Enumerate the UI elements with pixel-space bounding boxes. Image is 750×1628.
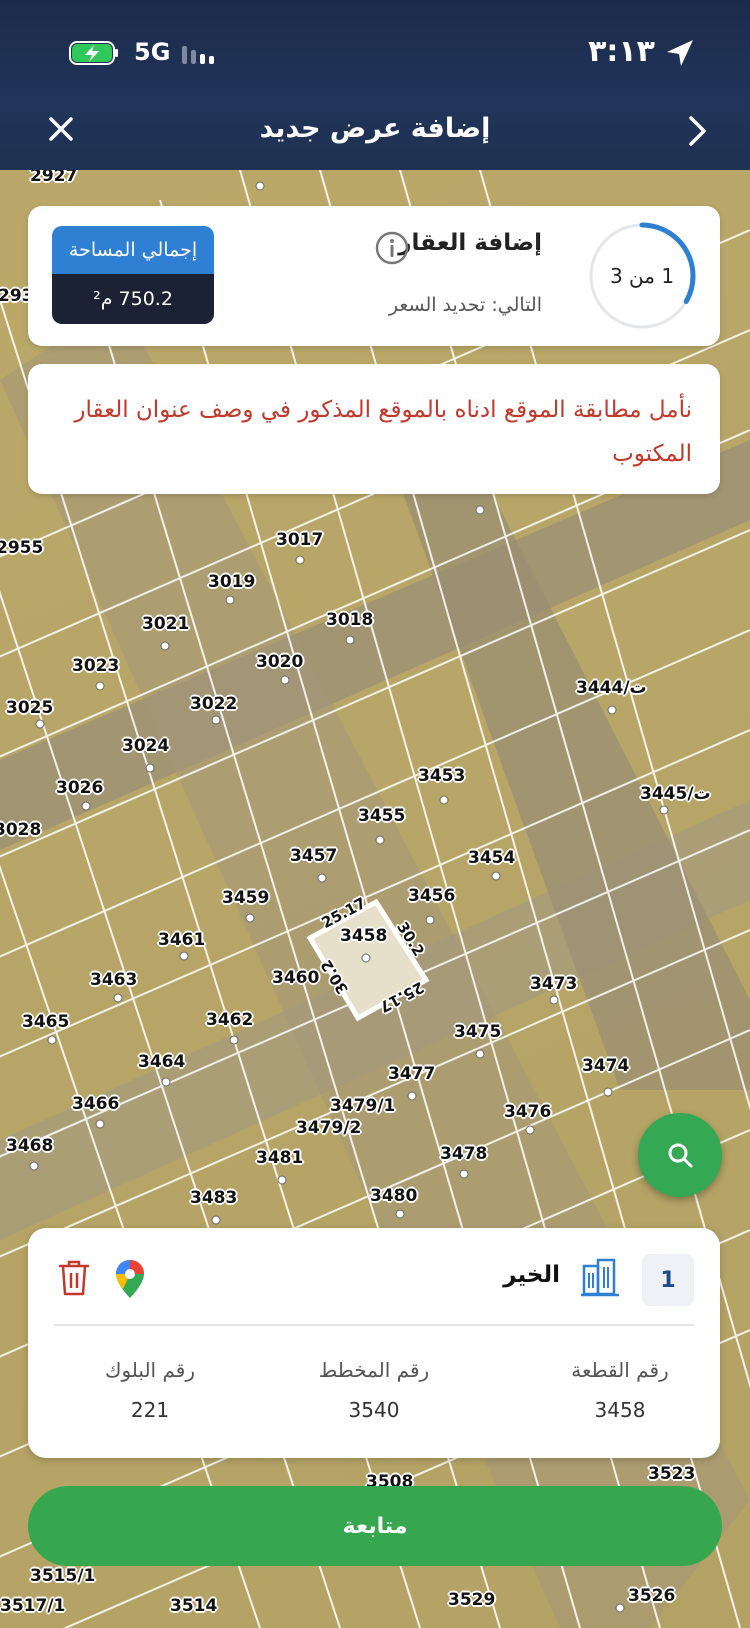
total-area-value: 750.2 م² [52, 274, 214, 324]
battery-charging-icon [69, 41, 118, 65]
parcel-label: 3026 [56, 778, 104, 798]
parcel-label: 3515/1 [30, 1566, 96, 1586]
parcel-label: 3464 [138, 1052, 186, 1072]
google-maps-icon[interactable] [114, 1258, 146, 1300]
plot-number-value: 3458 [594, 1398, 646, 1422]
trash-icon[interactable] [56, 1258, 92, 1298]
map-search-button[interactable] [638, 1113, 722, 1197]
app-header: 5G ٣:١٣ إضافة عرض جديد [0, 0, 750, 170]
total-area-badge: إجمالي المساحة 750.2 م² [52, 226, 214, 324]
parcel-label: 3457 [290, 846, 338, 866]
plot-number-field: رقم القطعة 3458 [520, 1358, 720, 1422]
block-number-value: 221 [130, 1398, 170, 1422]
parcel-label: 3526 [628, 1586, 676, 1606]
parcel-label: 3474 [582, 1056, 630, 1076]
parcel-label: 3476 [504, 1102, 552, 1122]
chevron-right-icon[interactable] [682, 114, 712, 148]
parcel-label: 3477 [388, 1064, 436, 1084]
plan-number-field: رقم المخطط 3540 [274, 1358, 474, 1422]
parcel-label: 3021 [142, 614, 190, 634]
parcel-label: 3483 [190, 1188, 238, 1208]
parcel-label: 3454 [468, 848, 516, 868]
parcel-label: 3453 [418, 766, 466, 786]
parcel-label: 3463 [90, 970, 138, 990]
parcel-label: 3460 [272, 968, 320, 988]
continue-button[interactable]: متابعة [28, 1486, 722, 1566]
parcel-label: 3018 [326, 610, 374, 630]
parcel-label: 3479/1 [330, 1096, 396, 1116]
parcel-label: 3517/1 [0, 1596, 66, 1616]
plan-number-value: 3540 [348, 1398, 400, 1422]
parcel-label: 3445/ت [640, 784, 711, 804]
parcel-label: 3022 [190, 694, 238, 714]
step-title: إضافة العقار [398, 230, 542, 256]
parcel-label: 3024 [122, 736, 170, 756]
parcel-label: 3473 [530, 974, 578, 994]
parcel-label: 3468 [6, 1136, 54, 1156]
parcel-label: 3514 [170, 1596, 218, 1616]
parcel-label: 3475 [454, 1022, 502, 1042]
page-title: إضافة عرض جديد [259, 113, 491, 144]
parcel-label: 3478 [440, 1144, 488, 1164]
parcel-info-card: 1 الخير رقم القطعة 3458 رقم المخطط 3540 … [28, 1228, 720, 1458]
building-icon [581, 1258, 619, 1297]
parcel-label: 3462 [206, 1010, 254, 1030]
parcel-label: 3480 [370, 1186, 418, 1206]
parcel-label: 3529 [448, 1590, 496, 1610]
parcel-label: 3019 [208, 572, 256, 592]
location-arrow-icon [667, 40, 693, 66]
step-counter: 1 من 3 [609, 264, 675, 288]
parcel-label: 3025 [6, 698, 54, 718]
parcel-label: 3465 [22, 1012, 70, 1032]
plot-number-label: رقم القطعة [571, 1358, 669, 1382]
location-note-text: نأمل مطابقة الموقع ادناه بالموقع المذكور… [74, 397, 692, 467]
next-step-label: التالي: تحديد السعر [388, 294, 542, 316]
district-name: الخير [503, 1262, 560, 1288]
step-progress-card: 1 من 3 إضافة العقار التالي: تحديد السعر … [28, 206, 720, 346]
total-area-label: إجمالي المساحة [52, 226, 214, 274]
parcel-label: 2955 [0, 538, 44, 558]
location-note-card: نأمل مطابقة الموقع ادناه بالموقع المذكور… [28, 364, 720, 494]
parcel-label: 3023 [72, 656, 120, 676]
parcel-label: 3455 [358, 806, 406, 826]
parcel-label: 3017 [276, 530, 324, 550]
network-type: 5G [134, 38, 171, 66]
block-number-label: رقم البلوك [104, 1358, 195, 1382]
parcel-label: 3444/ت [576, 678, 647, 698]
parcel-label: 3461 [158, 930, 206, 950]
parcel-index-badge: 1 [642, 1254, 694, 1306]
plan-number-label: رقم المخطط [318, 1358, 430, 1382]
parcel-label-selected: 3458 [340, 926, 388, 946]
parcel-label: 3459 [222, 888, 270, 908]
parcel-label: 3028 [0, 820, 42, 840]
info-icon[interactable] [374, 230, 410, 266]
card-divider [54, 1324, 694, 1326]
parcel-label: 3456 [408, 886, 456, 906]
parcel-label: 3481 [256, 1148, 304, 1168]
block-number-field: رقم البلوك 221 [50, 1358, 250, 1422]
status-time: ٣:١٣ [588, 34, 655, 69]
parcel-label: 3523 [648, 1464, 696, 1484]
signal-strength-icon [182, 46, 214, 64]
search-icon [668, 1143, 693, 1168]
parcel-label: 3020 [256, 652, 304, 672]
parcel-label: 3479/2 [296, 1118, 362, 1138]
parcel-label: 3466 [72, 1094, 120, 1114]
